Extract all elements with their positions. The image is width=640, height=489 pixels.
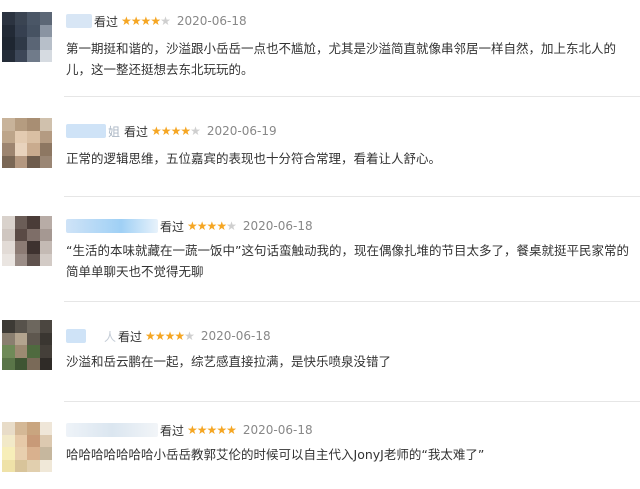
review-text: 哈哈哈哈哈哈哈小岳岳教郭艾伦的时候可以自主代入JonyJ老师的“我太难了” [66,444,484,465]
review-text-line: 简单单聊天也不觉得无聊 [66,264,204,279]
review-meta: 看过 ★ ★ ★ ★ ★ 2020-06-18 [66,217,313,235]
review-text-line: 沙溢和岳云鹏在一起，综艺感直接拉满，是快乐喷泉没错了 [66,354,392,369]
review-date: 2020-06-19 [206,124,277,138]
star-icon: ★ [206,219,218,233]
star-icon: ★ [190,124,201,138]
review-text-line: “生活的本味就藏在一蔬一饭中”这句话蛮触动我的，现在偶像扎堆的节目太多了，餐桌就… [66,243,629,258]
rating-stars: ★ ★ ★ ★ ★ [187,423,237,437]
watched-label: 看过 [118,329,143,344]
star-icon: ★ [216,423,227,437]
star-icon: ★ [151,124,162,138]
star-icon: ★ [184,329,195,343]
review-text-line: 哈哈哈哈哈哈哈小岳岳教郭艾伦的时候可以自主代入JonyJ老师的“我太难了” [66,447,485,462]
watched-label: 看过 [160,219,185,234]
username-fragment[interactable]: 姐 [108,123,120,140]
watched-label: 看过 [124,124,149,139]
username-fragment[interactable]: 人 [104,328,116,345]
avatar[interactable] [2,118,52,168]
divider [64,196,640,197]
star-icon: ★ [226,423,237,437]
review-meta: 姐 看过 ★ ★ ★ ★ ★ 2020-06-19 [66,122,277,140]
avatar[interactable] [2,422,52,472]
star-icon: ★ [130,14,142,28]
review-text-line: 第一期挺和谐的，沙溢跟小岳岳一点也不尴尬，尤其是沙溢简直就像串邻居一样自然，加上… [66,41,617,56]
rating-stars: ★ ★ ★ ★ ★ [121,14,171,28]
star-icon: ★ [180,124,191,138]
review-meta: 看过 ★ ★ ★ ★ ★ 2020-06-18 [66,421,313,439]
star-icon: ★ [187,423,198,437]
review-date: 2020-06-18 [242,423,313,437]
username-blurred[interactable] [66,219,158,233]
review-list: 看过 ★ ★ ★ ★ ★ 2020-06-18 第一期挺和谐的，沙溢跟小岳岳一点也不尴尬… [0,0,640,489]
review-text: 沙溢和岳云鹏在一起，综艺感直接拉满，是快乐喷泉没错了 [66,351,391,372]
star-icon: ★ [160,124,172,138]
divider [64,301,640,302]
star-icon: ★ [154,329,166,343]
star-icon: ★ [196,423,208,437]
username-blurred[interactable] [66,14,92,28]
watched-label: 看过 [160,423,185,438]
rating-stars: ★ ★ ★ ★ ★ [151,124,201,138]
review-text: 正常的逻辑思维，五位嘉宾的表现也十分符合常理，看着让人舒心。 [66,148,441,169]
review-meta: 人 看过 ★ ★ ★ ★ ★ 2020-06-18 [66,327,271,345]
star-icon: ★ [121,14,132,28]
star-icon: ★ [145,329,156,343]
avatar[interactable] [2,12,52,62]
star-icon: ★ [164,329,176,343]
divider [64,401,640,402]
avatar[interactable] [2,216,52,266]
review-date: 2020-06-18 [242,219,313,233]
avatar[interactable] [2,320,52,370]
star-icon: ★ [226,219,237,233]
star-icon: ★ [150,14,161,28]
username-blurred[interactable] [66,423,158,437]
star-icon: ★ [187,219,198,233]
review-meta: 看过 ★ ★ ★ ★ ★ 2020-06-18 [66,12,247,30]
review-text-line: 正常的逻辑思维，五位嘉宾的表现也十分符合常理，看着让人舒心。 [66,151,442,166]
rating-stars: ★ ★ ★ ★ ★ [187,219,237,233]
review-date: 2020-06-18 [200,329,271,343]
watched-label: 看过 [94,14,119,29]
review-text: 第一期挺和谐的，沙溢跟小岳岳一点也不尴尬，尤其是沙溢简直就像串邻居一样自然，加上… [66,38,616,80]
star-icon: ★ [216,219,227,233]
star-icon: ★ [160,14,171,28]
star-icon: ★ [196,219,208,233]
star-icon: ★ [174,329,185,343]
review-text-line: 儿，这一整还挺想去东北玩玩的。 [66,62,254,77]
review-date: 2020-06-18 [176,14,247,28]
star-icon: ★ [206,423,218,437]
username-blurred[interactable] [66,329,86,343]
divider [64,96,640,97]
star-icon: ★ [170,124,182,138]
review-text: “生活的本味就藏在一蔬一饭中”这句话蛮触动我的，现在偶像扎堆的节目太多了，餐桌就… [66,240,629,282]
rating-stars: ★ ★ ★ ★ ★ [145,329,195,343]
username-blurred[interactable] [66,124,106,138]
star-icon: ★ [140,14,152,28]
